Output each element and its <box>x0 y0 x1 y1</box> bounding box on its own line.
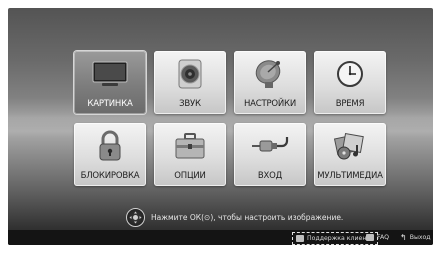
red-key-icon <box>296 235 304 242</box>
faq-button[interactable]: FAQ <box>366 232 389 243</box>
menu-item-label: ВХОД <box>257 171 283 181</box>
menu-item-multimedia[interactable]: МУЛЬТИМЕДИА <box>314 123 386 186</box>
menu-item-options[interactable]: ОПЦИИ <box>154 123 226 186</box>
menu-item-label: ВРЕМЯ <box>335 99 365 109</box>
customer-support-label: Поддержка клиента <box>307 235 374 242</box>
return-arrow-icon: ↰ <box>400 233 407 242</box>
bottom-bar: Поддержка клиента FAQ ↰ Выход <box>8 230 433 245</box>
input-cable-icon <box>234 129 306 163</box>
menu-item-label: ОПЦИИ <box>174 171 206 181</box>
exit-button[interactable]: ↰ Выход <box>400 232 431 243</box>
customer-support-button[interactable]: Поддержка клиента <box>292 232 378 245</box>
menu-item-label: НАСТРОЙКИ <box>243 99 297 109</box>
exit-label: Выход <box>409 234 431 241</box>
menu-item-label: БЛОКИРОВКА <box>80 171 140 181</box>
multimedia-icon <box>314 129 386 163</box>
tv-icon <box>74 57 146 91</box>
toolbox-icon <box>154 129 226 163</box>
menu-item-label: ЗВУК <box>179 99 201 109</box>
tv-screen: КАРТИНКА ЗВУК НАСТРОЙКИ ВРЕМЯ БЛОКИРОВКА… <box>8 8 433 245</box>
menu-item-picture[interactable]: КАРТИНКА <box>74 51 146 114</box>
help-hint: Нажмите ОК(⊙), чтобы настроить изображен… <box>126 207 343 227</box>
green-key-icon <box>366 234 374 241</box>
speaker-icon <box>154 57 226 91</box>
menu-item-label: КАРТИНКА <box>87 99 133 109</box>
menu-item-input[interactable]: ВХОД <box>234 123 306 186</box>
faq-label: FAQ <box>377 234 389 241</box>
padlock-icon <box>74 129 146 163</box>
navigation-knob-icon <box>126 207 145 227</box>
menu-item-time[interactable]: ВРЕМЯ <box>314 51 386 114</box>
menu-item-settings[interactable]: НАСТРОЙКИ <box>234 51 306 114</box>
satellite-dish-icon <box>234 57 306 91</box>
clock-icon <box>314 57 386 91</box>
menu-item-label: МУЛЬТИМЕДИА <box>317 171 383 181</box>
menu-item-sound[interactable]: ЗВУК <box>154 51 226 114</box>
main-menu-grid: КАРТИНКА ЗВУК НАСТРОЙКИ ВРЕМЯ БЛОКИРОВКА… <box>74 51 386 193</box>
hint-text: Нажмите ОК(⊙), чтобы настроить изображен… <box>151 212 344 222</box>
menu-item-lock[interactable]: БЛОКИРОВКА <box>74 123 146 186</box>
